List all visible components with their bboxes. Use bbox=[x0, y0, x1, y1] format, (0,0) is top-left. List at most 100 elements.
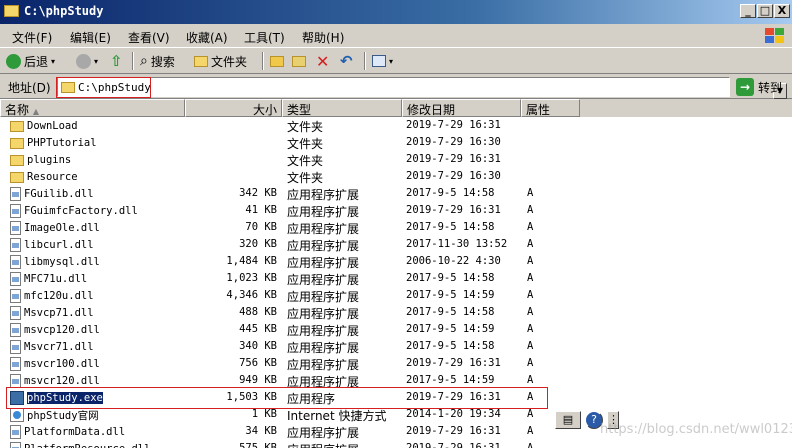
back-button[interactable]: 后退 ▾ bbox=[6, 51, 55, 71]
go-button[interactable]: → 转到 bbox=[736, 77, 782, 97]
back-arrow-icon bbox=[6, 53, 21, 69]
file-name: PlatformData.dll bbox=[24, 426, 126, 438]
menu-edit[interactable]: 编辑(E) bbox=[70, 29, 111, 46]
file-size: 41 KB bbox=[245, 204, 277, 216]
file-attributes: A bbox=[527, 425, 534, 437]
menu-tools[interactable]: 工具(T) bbox=[244, 29, 285, 46]
address-highlight bbox=[56, 77, 151, 98]
file-name-cell: DownLoad bbox=[10, 118, 81, 134]
file-row[interactable]: PHPTutorial 文件夹 2019-7-29 16:30 bbox=[0, 135, 792, 152]
folders-label: 文件夹 bbox=[211, 54, 248, 69]
column-size[interactable]: 大小 bbox=[185, 99, 282, 117]
file-row[interactable]: plugins 文件夹 2019-7-29 16:31 bbox=[0, 152, 792, 169]
file-name: PHPTutorial bbox=[27, 137, 97, 149]
address-label: 地址(D) bbox=[8, 81, 51, 95]
chevron-down-icon: ▾ bbox=[389, 56, 394, 66]
file-row[interactable]: libcurl.dll 320 KB 应用程序扩展 2017-11-30 13:52 A bbox=[0, 237, 792, 254]
menu-view[interactable]: 查看(V) bbox=[128, 29, 170, 46]
file-name: MFC71u.dll bbox=[24, 273, 88, 285]
file-attributes: A bbox=[527, 306, 534, 318]
dll-icon bbox=[10, 357, 21, 371]
maximize-button[interactable]: □ bbox=[757, 4, 773, 18]
file-name: Msvcp71.dll bbox=[24, 307, 94, 319]
file-type: 应用程序扩展 bbox=[287, 188, 360, 202]
file-modified: 2006-10-22 4:30 bbox=[406, 255, 501, 267]
file-row[interactable]: DownLoad 文件夹 2019-7-29 16:31 bbox=[0, 118, 792, 135]
file-row[interactable]: msvcp120.dll 445 KB 应用程序扩展 2017-9-5 14:59 A bbox=[0, 322, 792, 339]
file-modified: 2017-9-5 14:59 bbox=[406, 289, 495, 301]
forward-arrow-icon bbox=[76, 53, 91, 69]
toolbar-separator bbox=[132, 52, 134, 70]
file-modified: 2017-9-5 14:59 bbox=[406, 374, 495, 386]
delete-button[interactable]: ✕ bbox=[316, 51, 329, 71]
file-row[interactable]: mfc120u.dll 4,346 KB 应用程序扩展 2017-9-5 14:59 A bbox=[0, 288, 792, 305]
folder-icon bbox=[194, 55, 208, 67]
file-type: 应用程序扩展 bbox=[287, 324, 360, 338]
file-name: libmysql.dll bbox=[24, 256, 100, 268]
up-folder-button[interactable]: ⇧ bbox=[110, 51, 123, 71]
file-modified: 2017-9-5 14:58 bbox=[406, 221, 495, 233]
file-row[interactable]: FGuimfcFactory.dll 41 KB 应用程序扩展 2019-7-29 1… bbox=[0, 203, 792, 220]
column-modified[interactable]: 修改日期 bbox=[402, 99, 521, 117]
folders-button[interactable]: 文件夹 bbox=[194, 51, 247, 71]
move-to-button[interactable] bbox=[270, 51, 284, 71]
chevron-down-icon: ▾ bbox=[51, 56, 56, 66]
file-name-cell: FGuimfcFactory.dll bbox=[10, 203, 141, 219]
views-icon bbox=[372, 55, 386, 67]
file-row[interactable]: Msvcr71.dll 340 KB 应用程序扩展 2017-9-5 14:58 A bbox=[0, 339, 792, 356]
column-name[interactable]: 名称 ▲ bbox=[0, 99, 185, 117]
file-size: 1 KB bbox=[251, 408, 277, 420]
file-row[interactable]: libmysql.dll 1,484 KB 应用程序扩展 2006-10-22 4:3… bbox=[0, 254, 792, 271]
address-input[interactable]: C:\phpStudy ▼ bbox=[57, 77, 787, 99]
file-name-cell: PHPTutorial bbox=[10, 135, 100, 151]
file-name: Msvcr71.dll bbox=[24, 341, 94, 353]
link-icon bbox=[10, 408, 24, 422]
search-button[interactable]: ⌕ 搜索 bbox=[140, 51, 175, 71]
menu-favorites[interactable]: 收藏(A) bbox=[186, 29, 228, 46]
file-type: 应用程序扩展 bbox=[287, 205, 360, 219]
file-name: ImageOle.dll bbox=[24, 222, 100, 234]
back-label: 后退 bbox=[24, 54, 49, 69]
menu-file[interactable]: 文件(F) bbox=[12, 29, 52, 46]
file-modified: 2019-7-29 16:31 bbox=[406, 425, 501, 437]
file-name: DownLoad bbox=[27, 120, 78, 132]
file-name: msvcr100.dll bbox=[24, 358, 100, 370]
file-row[interactable]: msvcr100.dll 756 KB 应用程序扩展 2019-7-29 16:31 A bbox=[0, 356, 792, 373]
file-name: libcurl.dll bbox=[24, 239, 94, 251]
file-row[interactable]: PlatformResource.dll 575 KB 应用程序扩展 2019-7-2… bbox=[0, 441, 792, 448]
file-row[interactable]: Resource 文件夹 2019-7-29 16:30 bbox=[0, 169, 792, 186]
windows-logo-icon bbox=[764, 27, 786, 45]
file-attributes: A bbox=[527, 289, 534, 301]
copy-to-button[interactable] bbox=[292, 51, 306, 71]
views-button[interactable]: ▾ bbox=[372, 51, 393, 71]
menu-help[interactable]: 帮助(H) bbox=[302, 29, 344, 46]
file-name: msvcp120.dll bbox=[24, 324, 100, 336]
file-row[interactable]: ImageOle.dll 70 KB 应用程序扩展 2017-9-5 14:58 A bbox=[0, 220, 792, 237]
dll-icon bbox=[10, 255, 21, 269]
column-type[interactable]: 类型 bbox=[282, 99, 402, 117]
file-modified: 2017-9-5 14:58 bbox=[406, 272, 495, 284]
file-type: 文件夹 bbox=[287, 120, 324, 134]
file-type: 应用程序扩展 bbox=[287, 307, 360, 321]
forward-button[interactable]: ▾ bbox=[76, 51, 98, 71]
file-name-cell: Resource bbox=[10, 169, 81, 185]
file-row[interactable]: FGuilib.dll 342 KB 应用程序扩展 2017-9-5 14:58 A bbox=[0, 186, 792, 203]
minimize-button[interactable]: _ bbox=[740, 4, 756, 18]
file-name: Resource bbox=[27, 171, 78, 183]
folder-icon bbox=[4, 5, 19, 17]
file-row[interactable]: Msvcp71.dll 488 KB 应用程序扩展 2017-9-5 14:58 A bbox=[0, 305, 792, 322]
column-header: 名称 ▲ 大小 类型 修改日期 属性 bbox=[0, 99, 792, 117]
sort-up-icon: ▲ bbox=[32, 107, 39, 116]
file-name: PlatformResource.dll bbox=[24, 443, 150, 448]
file-attributes: A bbox=[527, 255, 534, 267]
dll-icon bbox=[10, 374, 21, 388]
dll-icon bbox=[10, 323, 21, 337]
file-row[interactable]: MFC71u.dll 1,023 KB 应用程序扩展 2017-9-5 14:58 A bbox=[0, 271, 792, 288]
undo-button[interactable]: ↶ bbox=[340, 51, 353, 71]
folder-icon bbox=[10, 154, 24, 166]
column-attributes[interactable]: 属性 bbox=[521, 99, 580, 117]
printer-icon[interactable]: ▤ bbox=[555, 411, 581, 429]
file-name-cell: libmysql.dll bbox=[10, 254, 103, 270]
close-button[interactable]: X bbox=[774, 4, 790, 18]
file-attributes: A bbox=[527, 187, 534, 199]
